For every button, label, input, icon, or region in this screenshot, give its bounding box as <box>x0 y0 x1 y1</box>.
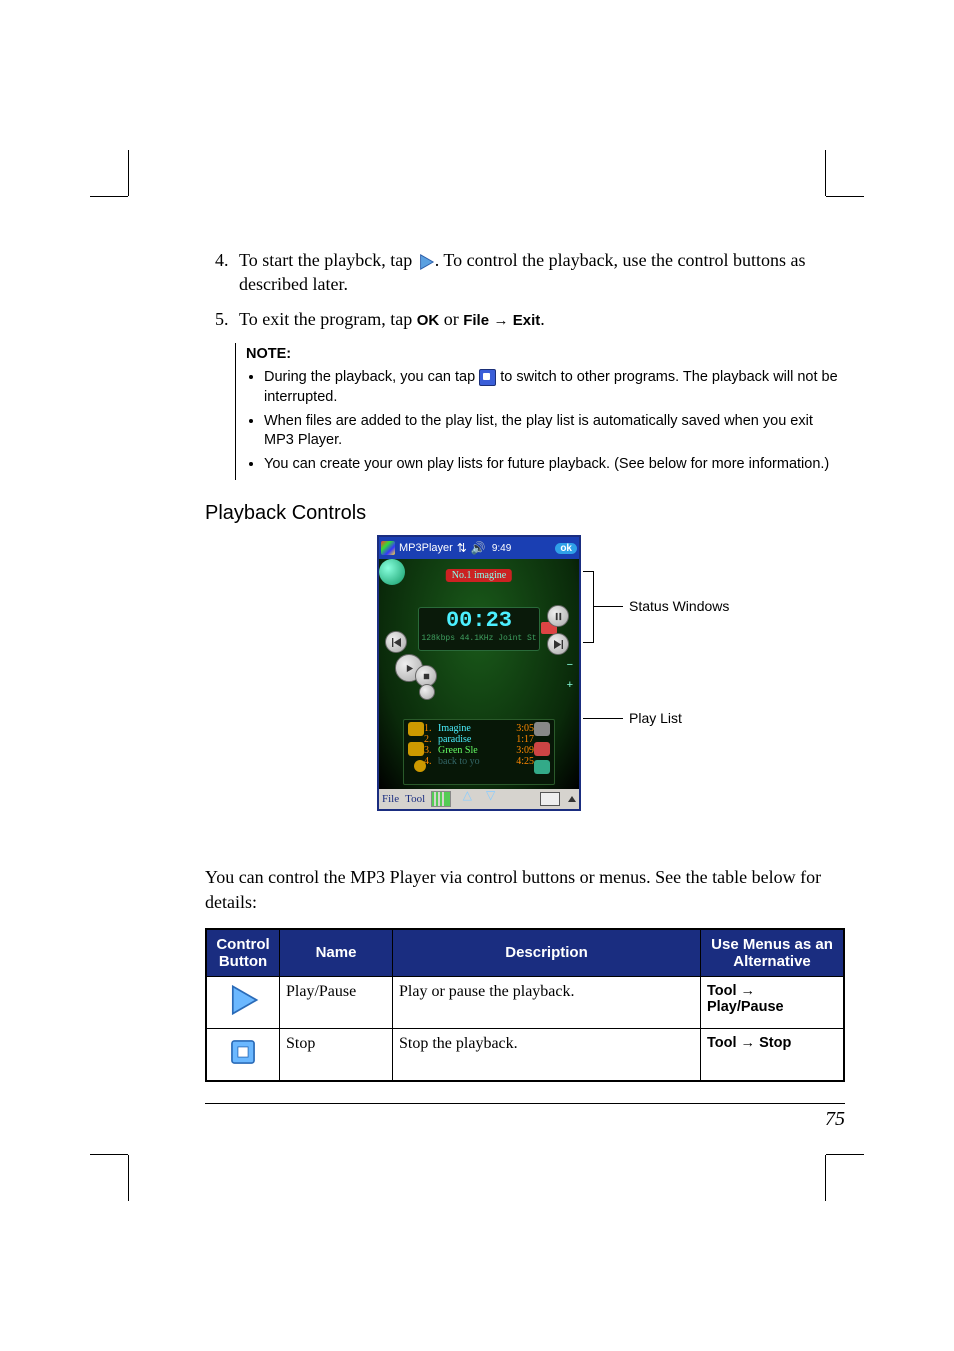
th-control-button: Control Button <box>206 929 280 977</box>
app-title: MP3Player <box>399 542 453 554</box>
th-menu-alt: Use Menus as an Alternative <box>701 929 845 977</box>
down-icon[interactable]: ▽ <box>486 788 495 803</box>
exit-label: Exit <box>513 312 541 329</box>
keyboard-icon[interactable] <box>540 792 560 806</box>
signal-icon: ⇅ <box>457 541 467 555</box>
repeat-button[interactable] <box>419 684 435 700</box>
playlist-btn-2[interactable] <box>408 742 424 756</box>
arrow-icon: → <box>737 1035 760 1051</box>
step4-text-pre: To start the playbck, tap <box>239 250 417 270</box>
playlist-row: 1.Imagine3:05 <box>424 723 534 734</box>
pause-button[interactable] <box>547 605 569 627</box>
speaker-icon: 🔊 <box>471 541 486 555</box>
step5-pre: To exit the program, tap <box>239 309 417 329</box>
arrow-icon: → <box>494 312 513 329</box>
step-5: To exit the program, tap OK or File → Ex… <box>233 307 845 331</box>
callout-line <box>583 718 623 719</box>
menu-file[interactable]: File <box>382 793 399 805</box>
th-name: Name <box>280 929 393 977</box>
file-label: File <box>463 312 489 329</box>
crop-mark <box>825 150 826 196</box>
row-name: Play/Pause <box>280 976 393 1028</box>
playlist-btn-4[interactable] <box>534 722 550 736</box>
row-desc: Play or pause the playback. <box>393 976 701 1028</box>
playlist-row: 3.Green Sle3:09 <box>424 745 534 756</box>
footer-rule <box>205 1103 845 1104</box>
step5-mid: or <box>444 309 464 329</box>
row-desc: Stop the playback. <box>393 1028 701 1081</box>
page-number: 75 <box>205 1108 845 1131</box>
page: To start the playbck, tap . To control t… <box>0 0 954 1351</box>
up-arrow-icon[interactable] <box>568 796 576 802</box>
track-badge: No.1 imagine <box>446 569 512 582</box>
volume-knob[interactable] <box>379 559 405 585</box>
note-heading: NOTE: <box>246 346 291 362</box>
minus-icon: − <box>567 659 573 671</box>
note-item-2: When files are added to the play list, t… <box>264 412 846 451</box>
ok-button[interactable]: ok <box>555 543 577 554</box>
note-item-3: You can create your own play lists for f… <box>264 455 846 475</box>
step-4: To start the playbck, tap . To control t… <box>233 248 845 297</box>
titlebar: MP3Player ⇅ 🔊 9:49 ok <box>379 537 579 559</box>
playlist-btn-6[interactable] <box>534 760 550 774</box>
playlist-nav: △ ▽ <box>463 788 495 803</box>
row-menu: Tool → Play/Pause <box>701 976 845 1028</box>
playlist-btn-5[interactable] <box>534 742 550 756</box>
row-menu: Tool → Stop <box>701 1028 845 1081</box>
clock-text: 9:49 <box>492 543 511 554</box>
audio-meta: 128kbps 44.1KHz Joint St <box>419 634 539 643</box>
note-block: NOTE: During the playback, you can tap t… <box>235 343 846 480</box>
note1-pre: During the playback, you can tap <box>264 369 479 385</box>
menu-tool[interactable]: Tool <box>405 793 425 805</box>
callout-bracket <box>583 571 594 643</box>
crop-mark <box>90 1154 128 1155</box>
crop-mark <box>826 1154 864 1155</box>
play-pause-icon <box>226 983 260 1017</box>
step5-end: . <box>540 309 545 329</box>
lcd-display: 00:23 128kbps 44.1KHz Joint St <box>418 607 540 651</box>
controls-table: Control Button Name Description Use Menu… <box>205 928 845 1082</box>
next-button[interactable] <box>547 633 569 655</box>
crop-mark <box>826 196 864 197</box>
stop-icon-cell <box>206 1028 280 1081</box>
equalizer-icon[interactable] <box>431 791 451 807</box>
step-list: To start the playbck, tap . To control t… <box>205 248 845 331</box>
crop-mark <box>128 150 129 196</box>
table-row: Play/Pause Play or pause the playback. T… <box>206 976 844 1028</box>
elapsed-time: 00:23 <box>419 608 539 634</box>
callout-status: Status Windows <box>629 598 729 614</box>
start-menu-icon <box>479 369 496 386</box>
page-footer: 75 <box>205 1103 845 1131</box>
ok-label: OK <box>417 312 440 329</box>
callout-playlist: Play List <box>629 710 682 726</box>
playlist-row: 2.paradise1:17 <box>424 734 534 745</box>
play-pause-icon-cell <box>206 976 280 1028</box>
playlist-btn-1[interactable] <box>408 722 424 736</box>
play-icon <box>417 253 435 271</box>
arrow-icon: → <box>737 983 756 999</box>
plus-icon: + <box>567 679 573 691</box>
playlist-row: 4.back to yo4:25 <box>424 756 534 767</box>
playlist-btn-3[interactable] <box>414 760 426 772</box>
up-icon[interactable]: △ <box>463 788 472 803</box>
crop-mark <box>90 196 128 197</box>
player-body: No.1 imagine 00:23 128kbps 44.1KHz Joint… <box>379 559 579 789</box>
content-area: To start the playbck, tap . To control t… <box>205 248 845 1082</box>
stop-icon <box>226 1035 260 1069</box>
callout-line <box>593 606 623 607</box>
section-heading: Playback Controls <box>205 502 845 525</box>
playlist-panel: 1.Imagine3:05 2.paradise1:17 3.Green Sle… <box>403 719 555 785</box>
table-row: Stop Stop the playback. Tool → Stop <box>206 1028 844 1081</box>
note-item-1: During the playback, you can tap to swit… <box>264 368 846 407</box>
intro-paragraph: You can control the MP3 Player via contr… <box>205 865 845 914</box>
prev-button[interactable] <box>385 631 407 653</box>
screenshot-figure: MP3Player ⇅ 🔊 9:49 ok No.1 imagine 00:23… <box>205 535 845 847</box>
crop-mark <box>128 1155 129 1201</box>
th-description: Description <box>393 929 701 977</box>
mp3player-screenshot: MP3Player ⇅ 🔊 9:49 ok No.1 imagine 00:23… <box>377 535 581 811</box>
crop-mark <box>825 1155 826 1201</box>
windows-logo-icon <box>381 541 395 555</box>
row-name: Stop <box>280 1028 393 1081</box>
